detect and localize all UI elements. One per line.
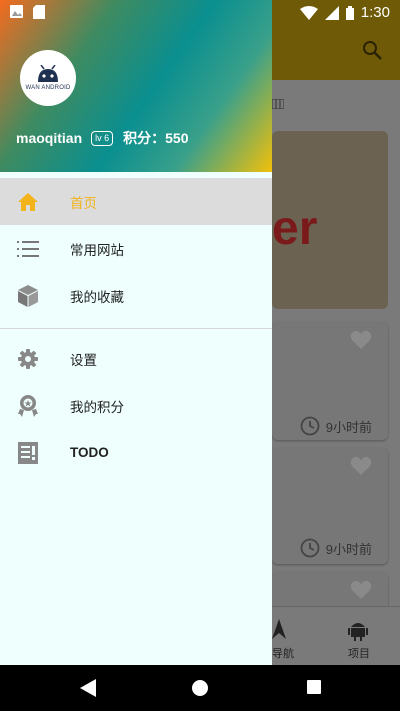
menu-item-websites[interactable]: 常用网站 <box>0 225 272 272</box>
heart-icon[interactable] <box>350 580 372 600</box>
card-time: 9小时前 <box>300 538 372 558</box>
heart-icon[interactable] <box>350 330 372 350</box>
android-logo-icon <box>38 65 58 82</box>
bottom-nav-guide[interactable]: 导航 <box>272 607 312 665</box>
menu-item-label: 设置 <box>70 352 97 368</box>
menu-item-settings[interactable]: 设置 <box>0 335 272 382</box>
recent-apps-button[interactable] <box>307 680 321 694</box>
menu-item-label: 首页 <box>70 195 97 211</box>
award-icon <box>16 394 40 418</box>
menu-item-label: 常用网站 <box>70 242 124 258</box>
tab-strip-icon <box>271 96 285 110</box>
menu-item-collection[interactable]: 我的收藏 <box>0 272 272 319</box>
article-card[interactable]: 9小时前 <box>272 448 388 564</box>
menu-item-label: TODO <box>70 445 109 460</box>
todo-icon <box>16 441 40 465</box>
signal-icon <box>324 5 339 20</box>
cube-icon <box>16 284 40 308</box>
home-button[interactable] <box>192 680 208 696</box>
menu-divider <box>0 328 272 329</box>
bottom-nav-label: 项目 <box>348 648 370 660</box>
list-icon <box>16 237 40 261</box>
wifi-icon <box>299 5 318 20</box>
level-badge: lv 6 <box>91 130 114 146</box>
image-notification-icon <box>10 5 23 18</box>
avatar[interactable]: WAN ANDROID <box>20 50 76 106</box>
sd-card-icon <box>33 5 45 19</box>
heart-icon[interactable] <box>350 456 372 476</box>
navigation-icon <box>272 619 286 639</box>
avatar-text: WAN ANDROID <box>25 85 71 91</box>
back-icon[interactable] <box>80 679 96 697</box>
banner-card[interactable]: er <box>272 131 388 309</box>
menu-item-points[interactable]: 我的积分 <box>0 382 272 429</box>
search-icon[interactable] <box>362 40 382 60</box>
battery-icon <box>345 5 354 20</box>
banner-text: er <box>272 202 318 255</box>
card-time: 9小时前 <box>300 416 372 436</box>
drawer-menu: 首页 常用网站 我的收藏 设置 我的积分 TODO <box>0 178 272 476</box>
bottom-nav-label: 导航 <box>272 648 294 660</box>
gear-icon <box>16 347 40 371</box>
user-info: maoqitian lv 6 积分：550 <box>16 128 189 148</box>
menu-item-label: 我的收藏 <box>70 289 124 305</box>
status-time: 1:30 <box>360 4 390 21</box>
home-icon <box>16 190 40 214</box>
clock-icon <box>300 538 320 558</box>
points-text: 积分：550 <box>123 130 189 146</box>
bottom-navigation: 导航 项目 <box>272 606 400 665</box>
menu-item-label: 我的积分 <box>70 399 124 415</box>
clock-icon <box>300 416 320 436</box>
menu-item-todo[interactable]: TODO <box>0 429 272 476</box>
navigation-drawer: WAN ANDROID maoqitian lv 6 积分：550 首页 常用网… <box>0 0 272 665</box>
menu-item-home[interactable]: 首页 <box>0 178 272 225</box>
username: maoqitian <box>16 130 83 146</box>
bottom-nav-project[interactable]: 项目 <box>346 607 386 665</box>
system-navigation-bar <box>0 665 400 711</box>
article-card[interactable]: 9小时前 <box>272 322 388 440</box>
android-icon <box>348 623 368 641</box>
status-bar: 1:30 <box>0 0 400 26</box>
